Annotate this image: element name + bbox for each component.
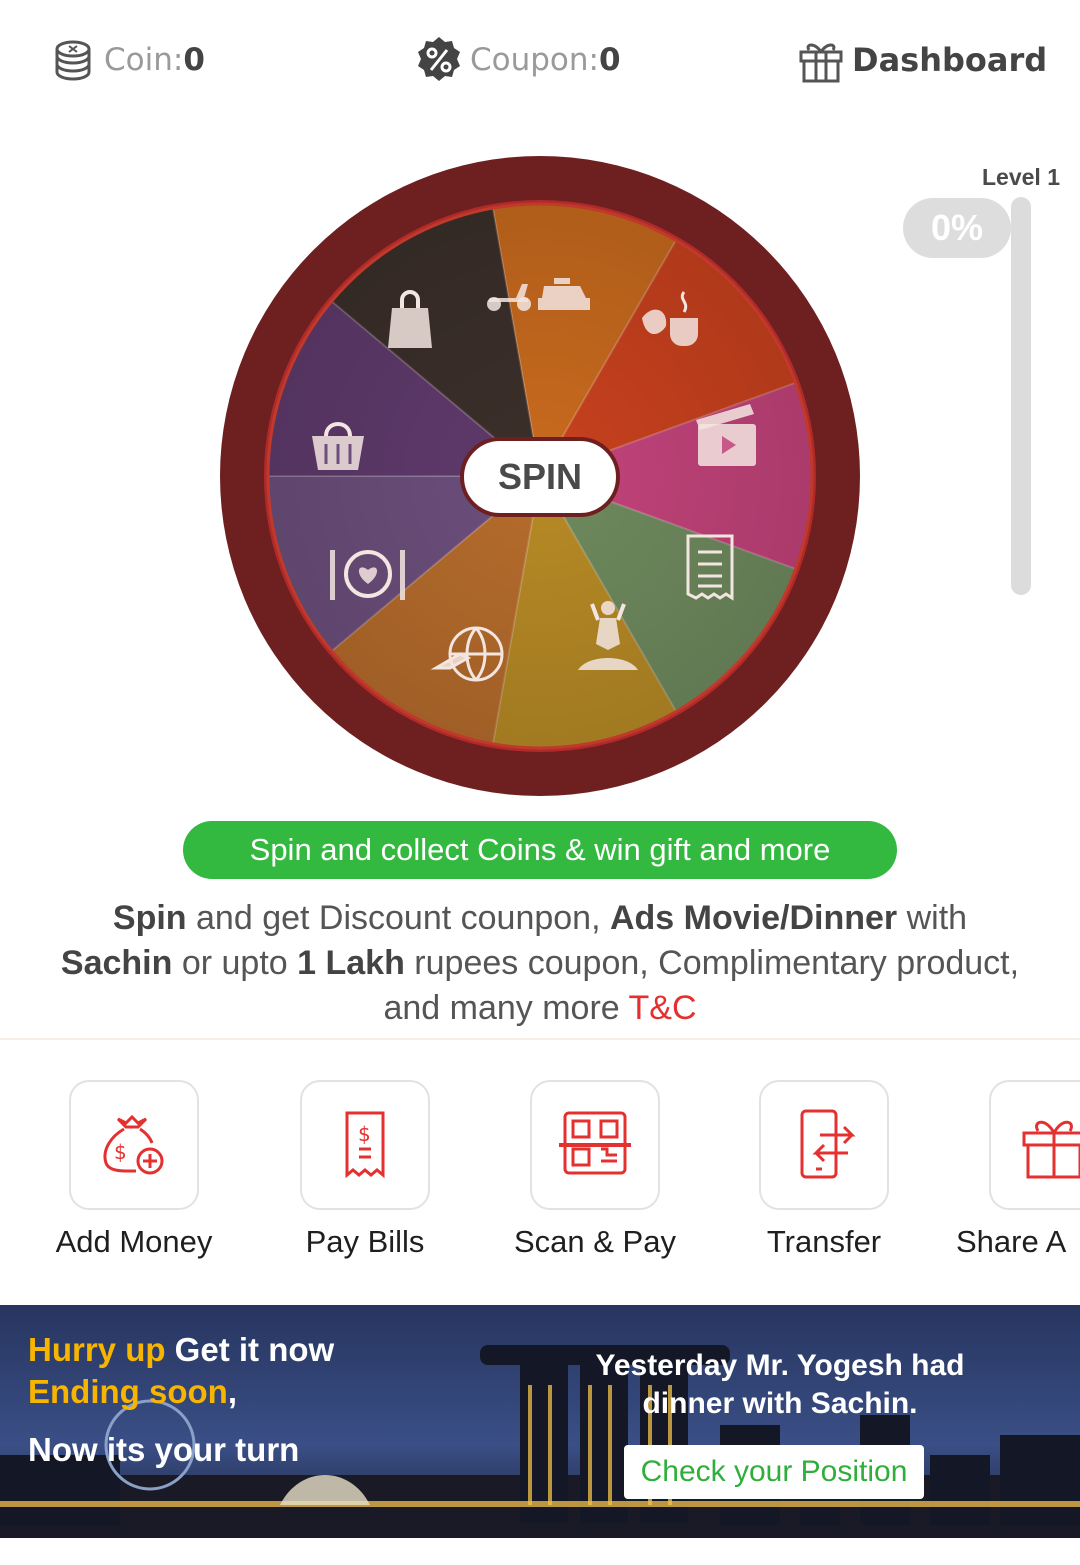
promo-get-it: Get it now <box>165 1331 335 1368</box>
desc-text-1: and get Discount counpon, <box>186 899 610 937</box>
desc-bold-lakh: 1 Lakh <box>297 944 405 982</box>
spin-description: Spin and get Discount counpon, Ads Movie… <box>40 896 1040 1031</box>
qr-scan-icon <box>559 1111 631 1175</box>
svg-text:$: $ <box>114 1140 127 1164</box>
add-money-label: Add Money <box>55 1224 213 1259</box>
spin-button[interactable]: SPIN <box>460 437 620 517</box>
coupon-counter[interactable]: Coupon: 0 <box>414 34 621 86</box>
desc-text-3: or upto <box>172 944 298 982</box>
spin-promo-banner: Spin and collect Coins & win gift and mo… <box>183 821 897 879</box>
scan-pay-icon-box <box>530 1080 660 1210</box>
money-bag-add-icon: $ <box>103 1114 164 1175</box>
desc-text-2: with <box>897 899 968 937</box>
percent-badge-icon <box>418 37 460 81</box>
desc-bold-sachin: Sachin <box>60 944 173 982</box>
coin-label: Coin: <box>104 42 184 78</box>
transfer-button[interactable]: Transfer <box>724 1080 924 1270</box>
dashboard-link[interactable]: Dashboard <box>796 34 1047 86</box>
desc-bold-ads: Ads Movie/Dinner <box>609 899 898 937</box>
coin-counter[interactable]: Coin: 0 <box>48 34 205 86</box>
add-money-icon-box: $ <box>69 1080 199 1210</box>
bill-icon: $ <box>345 1111 385 1179</box>
transfer-icon-box <box>759 1080 889 1210</box>
share-button[interactable]: Share A <box>954 1080 1080 1270</box>
top-bar: Coin: 0 Coupon: 0 Dashboard <box>0 0 1080 120</box>
promo-turn: Now its your turn <box>28 1431 300 1468</box>
add-money-button[interactable]: $ Add Money <box>34 1080 234 1270</box>
scan-pay-button[interactable]: Scan & Pay <box>495 1080 695 1270</box>
desc-text-4: rupees coupon, Complimentary product, an… <box>383 944 1020 1027</box>
share-label: Share A <box>956 1224 1067 1259</box>
promo-banner[interactable]: Hurry up Get it now Ending soon, Now its… <box>0 1305 1080 1538</box>
promo-comma: , <box>227 1373 237 1410</box>
desc-bold-spin: Spin <box>112 899 187 937</box>
level-progress-track <box>1011 197 1031 595</box>
gift-box-icon <box>799 43 843 83</box>
phone-transfer-icon <box>800 1109 856 1179</box>
transfer-label: Transfer <box>766 1224 882 1259</box>
pay-bills-icon-box: $ <box>300 1080 430 1210</box>
promo-hurry: Hurry up <box>28 1331 166 1368</box>
promo-left-text: Hurry up Get it now Ending soon, Now its… <box>28 1329 334 1471</box>
share-icon-box <box>989 1080 1080 1210</box>
level-progress-badge: 0% <box>903 198 1011 258</box>
promo-yesterday-text: Yesterday Mr. Yogesh had dinner with Sac… <box>595 1349 965 1420</box>
terms-link[interactable]: T&C <box>629 989 697 1027</box>
coupon-value: 0 <box>599 42 621 78</box>
pay-bills-label: Pay Bills <box>305 1224 425 1259</box>
gift-icon <box>1022 1120 1080 1179</box>
level-label: Level 1 <box>982 164 1060 190</box>
dashboard-label: Dashboard <box>852 41 1048 79</box>
promo-ending: Ending soon <box>28 1373 228 1410</box>
coupon-label: Coupon: <box>470 42 599 78</box>
svg-text:$: $ <box>358 1122 371 1146</box>
coins-icon <box>55 40 91 81</box>
coin-value: 0 <box>183 42 205 78</box>
scan-pay-label: Scan & Pay <box>514 1224 676 1259</box>
check-position-button[interactable]: Check your Position <box>624 1445 924 1499</box>
section-divider <box>0 1038 1080 1040</box>
pay-bills-button[interactable]: $ Pay Bills <box>265 1080 465 1270</box>
